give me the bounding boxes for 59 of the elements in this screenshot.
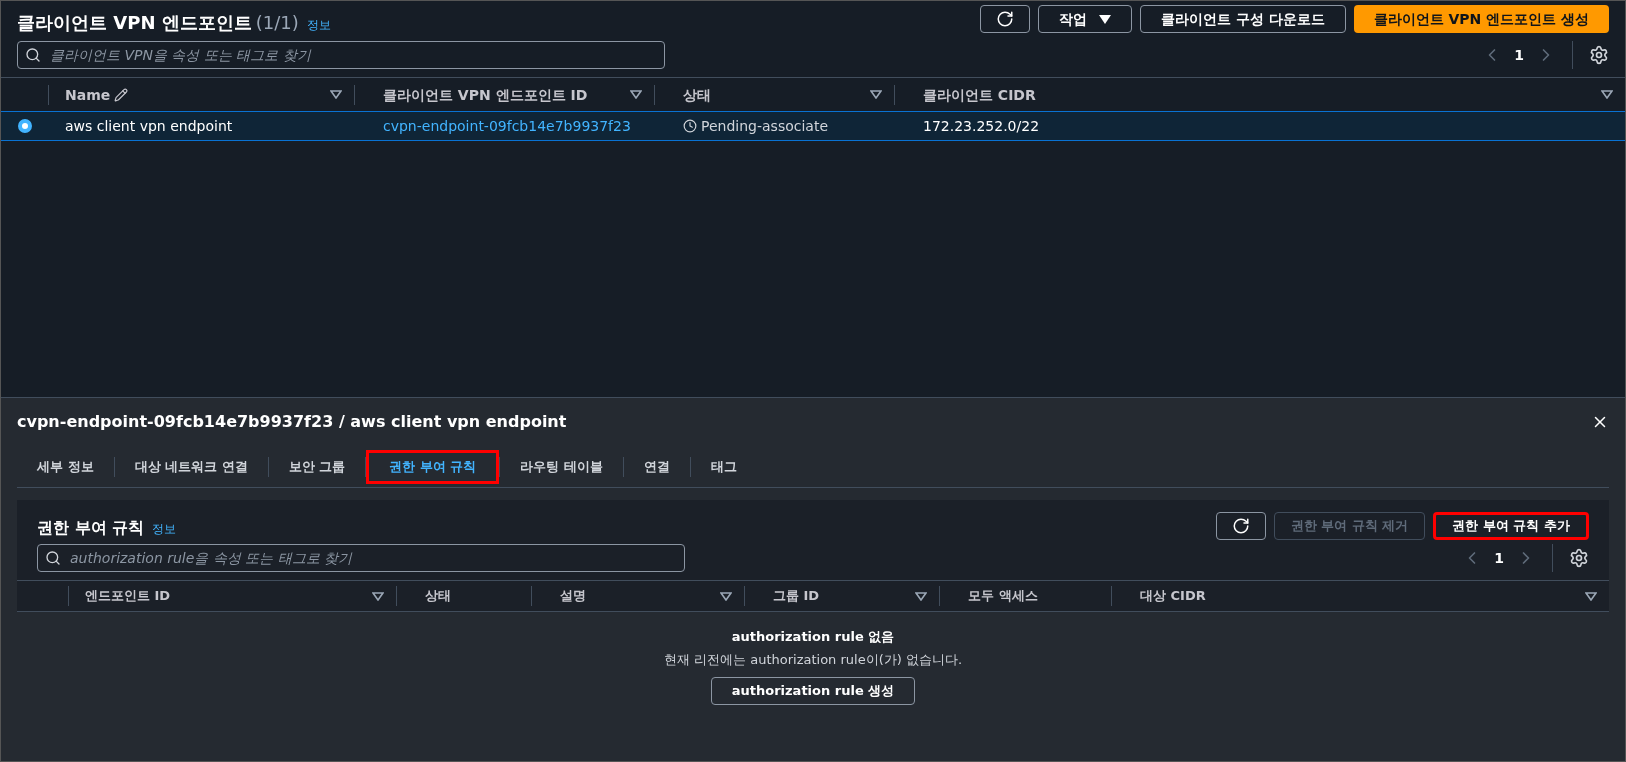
- table-cell: aws client vpn endpoint: [65, 118, 233, 134]
- status-text: Pending-associate: [701, 117, 829, 136]
- column-header[interactable]: 상태: [683, 84, 711, 105]
- sort-icon[interactable]: [1585, 591, 1597, 601]
- add-rule-button[interactable]: 권한 부여 규칙 추가: [1433, 512, 1589, 540]
- tab[interactable]: 세부 정보: [17, 449, 114, 484]
- column-header[interactable]: 엔드포인트 ID: [85, 586, 171, 606]
- clock-icon: [683, 119, 697, 133]
- detail-title: cvpn-endpoint-09fcb14e7b9937f23 / aws client vpn endpoint: [17, 411, 567, 433]
- empty-state-message: 현재 리전에는 authorization rule이(가) 없습니다.: [663, 650, 963, 669]
- column-header[interactable]: 모두 액세스: [968, 586, 1038, 606]
- info-link[interactable]: 정보: [152, 521, 177, 537]
- settings-icon[interactable]: [1569, 548, 1589, 568]
- actions-button[interactable]: 작업: [1037, 5, 1132, 33]
- info-link[interactable]: 정보: [306, 17, 331, 33]
- settings-icon[interactable]: [1589, 45, 1609, 65]
- caret-icon: [1098, 14, 1111, 24]
- search-icon: [25, 47, 41, 63]
- sort-icon[interactable]: [870, 90, 882, 99]
- sort-icon[interactable]: [720, 591, 732, 601]
- tab[interactable]: 대상 네트워크 연결: [114, 449, 268, 484]
- item-count: (1/1): [255, 11, 299, 35]
- tab[interactable]: 태그: [690, 449, 757, 484]
- page-number[interactable]: 1: [1494, 548, 1504, 568]
- endpoint-id-link[interactable]: cvpn-endpoint-09fcb14e7b9937f23: [383, 118, 631, 134]
- empty-state-title: authorization rule 없음: [731, 628, 895, 646]
- sort-icon[interactable]: [915, 591, 927, 601]
- tab[interactable]: 라우팅 테이블: [500, 449, 623, 484]
- refresh-button[interactable]: [979, 5, 1030, 33]
- download-config-button[interactable]: 클라이언트 구성 다운로드: [1139, 5, 1346, 33]
- column-header[interactable]: 설명: [560, 586, 586, 606]
- column-header[interactable]: 대상 CIDR: [1140, 586, 1206, 606]
- column-header[interactable]: 클라이언트 CIDR: [923, 84, 1036, 105]
- table-cell: 172.23.252.0/22: [923, 118, 1040, 134]
- search-icon: [45, 550, 61, 566]
- tab[interactable]: 권한 부여 규칙: [366, 449, 500, 484]
- column-header[interactable]: Name: [65, 84, 129, 105]
- column-header[interactable]: 상태: [425, 586, 451, 606]
- edit-icon: [114, 87, 129, 102]
- search-field[interactable]: authorization rule을 속성 또는 태그로 찾기: [37, 544, 685, 572]
- column-header[interactable]: 클라이언트 VPN 엔드포인트 ID: [383, 84, 588, 105]
- search-field[interactable]: 클라이언트 VPN을 속성 또는 태그로 찾기: [17, 41, 665, 69]
- create-rule-button[interactable]: authorization rule 생성: [710, 677, 916, 706]
- radio-button[interactable]: [18, 119, 32, 133]
- page-number[interactable]: 1: [1514, 45, 1524, 65]
- tab[interactable]: 연결: [623, 449, 690, 484]
- column-header[interactable]: 그룹 ID: [773, 586, 820, 606]
- sort-icon[interactable]: [330, 90, 342, 99]
- sort-icon[interactable]: [372, 591, 384, 601]
- section-title: 권한 부여 규칙: [37, 517, 145, 539]
- refresh-icon: [995, 10, 1014, 28]
- sort-icon[interactable]: [1601, 90, 1613, 99]
- page-title: 클라이언트 VPN 엔드포인트: [17, 11, 252, 35]
- table-row[interactable]: aws client vpn endpoint cvpn-endpoint-09fcb14e7b9937f23 Pending-associate 172.23.252.0/22: [1, 111, 1625, 141]
- sort-icon[interactable]: [630, 90, 642, 99]
- refresh-icon: [1231, 517, 1250, 535]
- tab[interactable]: 보안 그룹: [268, 449, 366, 484]
- refresh-button[interactable]: [1215, 512, 1266, 540]
- create-endpoint-button[interactable]: 클라이언트 VPN 엔드포인트 생성: [1353, 5, 1609, 33]
